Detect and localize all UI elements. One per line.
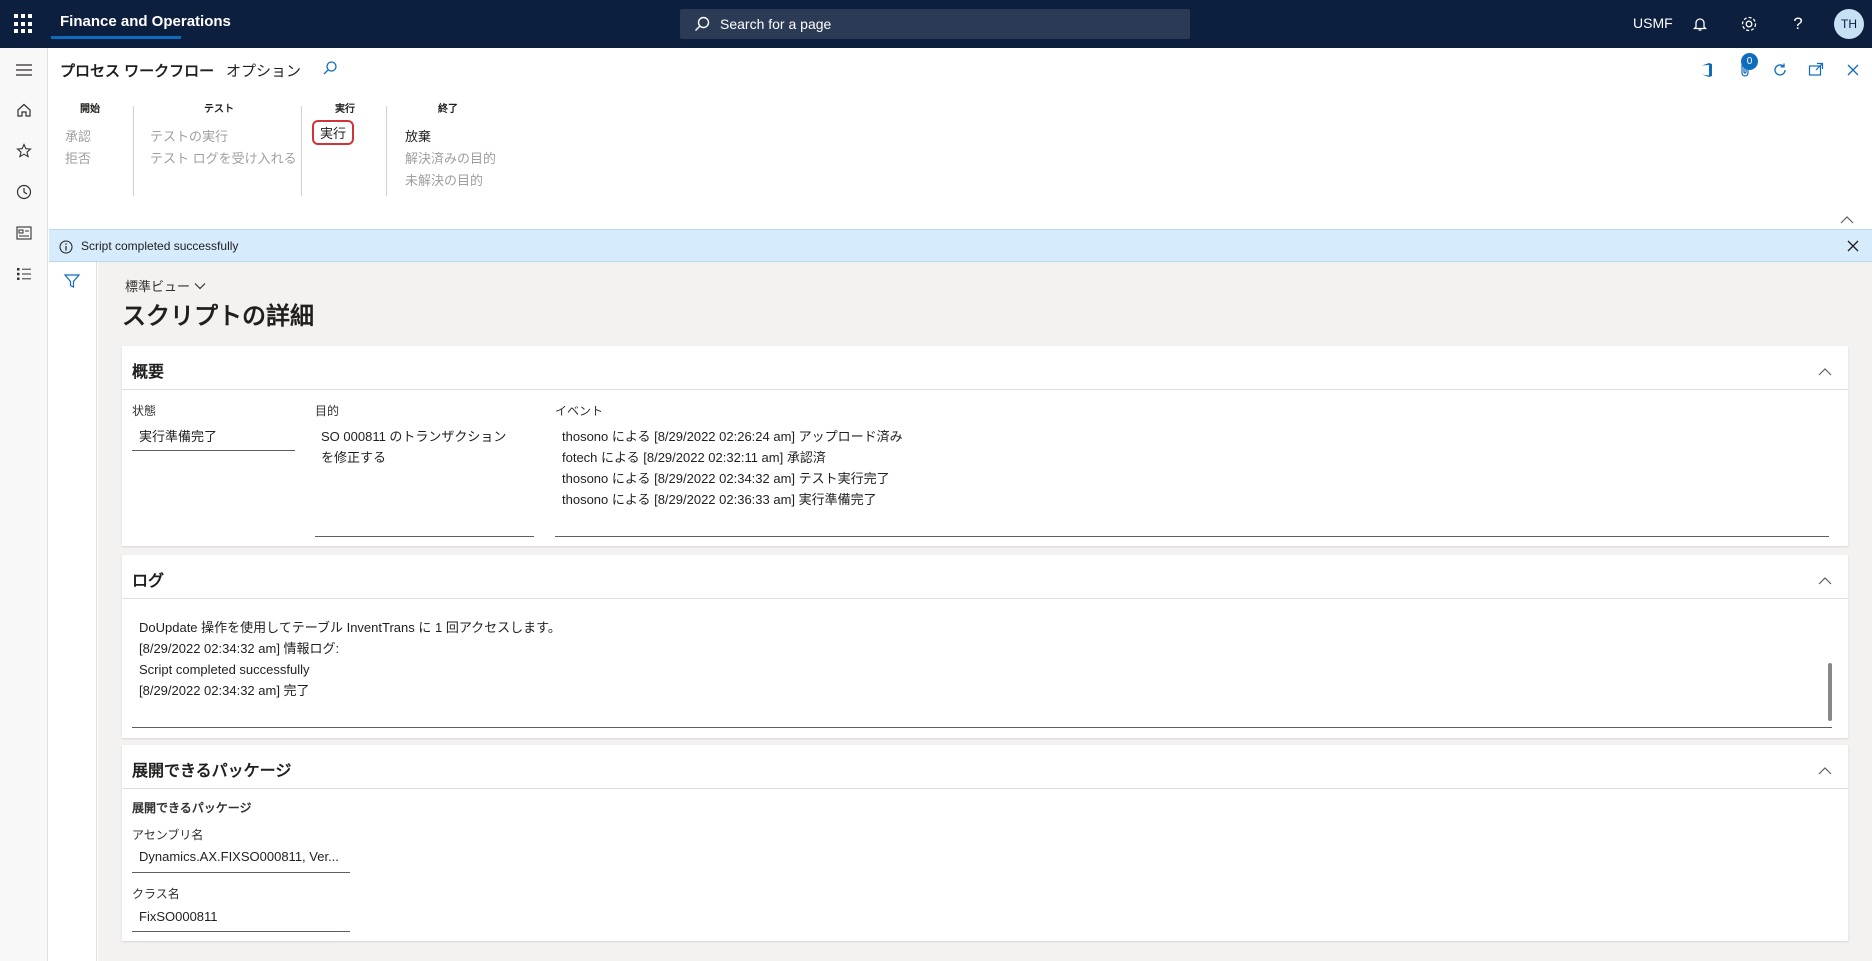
accept-test-log-button[interactable]: テスト ログを受け入れる bbox=[150, 148, 297, 167]
assembly-name-label: アセンブリ名 bbox=[132, 828, 204, 842]
run-button[interactable]: 実行 bbox=[312, 120, 355, 145]
packages-title: 展開できるパッケージ bbox=[132, 763, 292, 780]
purpose-value-line-2: を修正する bbox=[321, 450, 387, 465]
top-nav-bar: Finance and Operations Search for a page… bbox=[0, 0, 1872, 48]
bell-icon[interactable] bbox=[1689, 13, 1711, 35]
event-line: thosono による [8/29/2022 02:34:32 am] テスト実… bbox=[562, 471, 890, 486]
overview-header[interactable]: 概要 bbox=[122, 346, 1848, 390]
reject-button[interactable]: 拒否 bbox=[65, 148, 91, 167]
attachments-count-badge: 0 bbox=[1741, 53, 1758, 70]
filter-icon[interactable] bbox=[63, 272, 81, 294]
log-line: [8/29/2022 02:34:32 am] 情報ログ: bbox=[139, 641, 340, 656]
app-launcher-icon[interactable] bbox=[14, 14, 34, 34]
class-name-label: クラス名 bbox=[132, 887, 180, 901]
purpose-underline bbox=[315, 536, 534, 537]
search-placeholder: Search for a page bbox=[720, 16, 832, 32]
log-line: DoUpdate 操作を使用してテーブル InventTrans に 1 回アク… bbox=[139, 620, 561, 635]
collapse-action-pane-chevron-up-icon[interactable] bbox=[1840, 210, 1854, 229]
events-list[interactable]: thosono による [8/29/2022 02:26:24 am] アップロ… bbox=[562, 426, 903, 510]
events-label: イベント bbox=[555, 404, 604, 418]
log-title: ログ bbox=[132, 573, 165, 590]
group-title-run: 実行 bbox=[335, 104, 355, 115]
office-icon[interactable] bbox=[1697, 60, 1717, 80]
open-in-new-window-icon[interactable] bbox=[1806, 60, 1826, 80]
group-title-test: テスト bbox=[204, 104, 234, 115]
company-selector[interactable]: USMF bbox=[1633, 15, 1673, 31]
log-line: Script completed successfully bbox=[139, 662, 310, 677]
resolved-purpose-button[interactable]: 解決済みの目的 bbox=[405, 148, 496, 167]
log-scrollbar[interactable] bbox=[1828, 663, 1832, 721]
favorites-star-icon[interactable] bbox=[12, 139, 36, 163]
group-title-end: 終了 bbox=[438, 104, 458, 115]
view-selector[interactable]: 標準ビュー bbox=[125, 276, 206, 295]
purpose-value-line-1: SO 000811 のトランザクション bbox=[321, 429, 507, 444]
log-header[interactable]: ログ bbox=[122, 555, 1848, 599]
packages-card: 展開できるパッケージ 展開できるパッケージ アセンブリ名 Dynamics.AX… bbox=[122, 745, 1848, 941]
abandon-button[interactable]: 放棄 bbox=[405, 126, 431, 145]
info-icon bbox=[59, 239, 73, 258]
group-title-start: 開始 bbox=[80, 104, 100, 115]
unresolved-purpose-button[interactable]: 未解決の目的 bbox=[405, 170, 483, 189]
action-search-icon[interactable] bbox=[322, 60, 338, 80]
tab-options[interactable]: オプション bbox=[226, 60, 301, 81]
filter-pane bbox=[49, 262, 97, 961]
info-message-text: Script completed successfully bbox=[81, 239, 239, 253]
modules-list-icon[interactable] bbox=[12, 262, 36, 286]
group-separator bbox=[386, 106, 387, 196]
class-underline bbox=[132, 931, 350, 932]
events-underline bbox=[555, 536, 1829, 537]
group-separator bbox=[301, 106, 302, 196]
log-underline bbox=[132, 727, 1832, 728]
close-page-icon[interactable] bbox=[1843, 60, 1863, 80]
chevron-up-icon[interactable] bbox=[1818, 362, 1832, 381]
log-text[interactable]: DoUpdate 操作を使用してテーブル InventTrans に 1 回アク… bbox=[139, 617, 561, 701]
class-name-value[interactable]: FixSO000811 bbox=[139, 909, 218, 924]
page-title: スクリプトの詳細 bbox=[122, 303, 314, 330]
tab-process-workflow[interactable]: プロセス ワークフロー bbox=[60, 60, 214, 81]
purpose-label: 目的 bbox=[315, 404, 340, 418]
home-icon[interactable] bbox=[12, 98, 36, 122]
app-title[interactable]: Finance and Operations bbox=[60, 13, 231, 30]
log-line: [8/29/2022 02:34:32 am] 完了 bbox=[139, 683, 310, 698]
avatar[interactable]: TH bbox=[1834, 9, 1864, 39]
overview-title: 概要 bbox=[132, 364, 165, 381]
action-pane: プロセス ワークフロー オプション 開始 承認 拒否 テスト テストの実行 テス… bbox=[49, 48, 1872, 228]
assembly-name-value[interactable]: Dynamics.AX.FIXSO000811, Ver... bbox=[139, 849, 339, 864]
status-value: 実行準備完了 bbox=[139, 429, 218, 444]
hamburger-menu-icon[interactable] bbox=[12, 58, 36, 82]
navigation-rail bbox=[0, 48, 48, 961]
help-icon[interactable]: ? bbox=[1787, 13, 1809, 35]
chevron-up-icon[interactable] bbox=[1818, 761, 1832, 780]
approve-button[interactable]: 承認 bbox=[65, 126, 91, 145]
active-tab-indicator bbox=[51, 36, 181, 39]
group-separator bbox=[133, 106, 134, 196]
event-line: fotech による [8/29/2022 02:32:11 am] 承認済 bbox=[562, 450, 826, 465]
view-selector-label: 標準ビュー bbox=[125, 279, 191, 294]
event-line: thosono による [8/29/2022 02:26:24 am] アップロ… bbox=[562, 429, 903, 444]
chevron-up-icon[interactable] bbox=[1818, 571, 1832, 590]
run-test-button[interactable]: テストの実行 bbox=[150, 126, 228, 145]
search-icon bbox=[695, 16, 710, 31]
assembly-underline bbox=[132, 872, 350, 873]
overview-card: 概要 状態 実行準備完了 目的 SO 000811 のトランザクション を修正す… bbox=[122, 346, 1848, 546]
event-line: thosono による [8/29/2022 02:36:33 am] 実行準備… bbox=[562, 492, 877, 507]
purpose-value[interactable]: SO 000811 のトランザクション を修正する bbox=[321, 426, 531, 468]
chevron-down-icon bbox=[194, 282, 206, 289]
workspaces-icon[interactable] bbox=[12, 221, 36, 245]
gear-icon[interactable] bbox=[1738, 13, 1760, 35]
search-box[interactable]: Search for a page bbox=[680, 9, 1190, 39]
recent-clock-icon[interactable] bbox=[12, 180, 36, 204]
close-icon[interactable] bbox=[1846, 238, 1860, 257]
refresh-icon[interactable] bbox=[1770, 60, 1790, 80]
status-label: 状態 bbox=[132, 404, 157, 418]
log-card: ログ DoUpdate 操作を使用してテーブル InventTrans に 1 … bbox=[122, 555, 1848, 738]
status-underline bbox=[132, 450, 295, 451]
packages-subheading: 展開できるパッケージ bbox=[132, 801, 252, 815]
packages-header[interactable]: 展開できるパッケージ bbox=[122, 745, 1848, 789]
info-message-bar: Script completed successfully bbox=[49, 229, 1872, 262]
